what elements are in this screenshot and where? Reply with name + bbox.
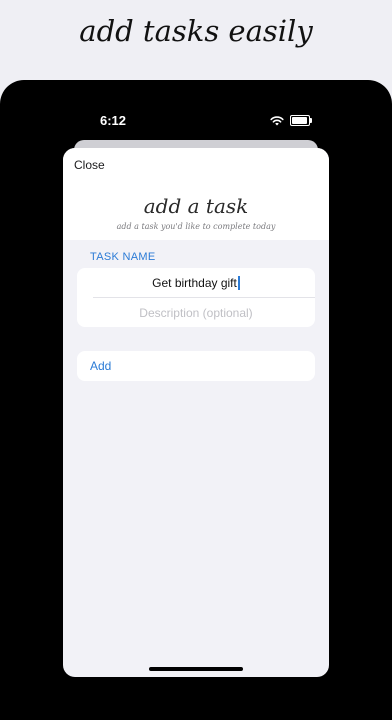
sheet-header: Close add a task add a task you'd like t… bbox=[63, 148, 329, 240]
close-button[interactable]: Close bbox=[74, 158, 105, 172]
add-task-sheet: Close add a task add a task you'd like t… bbox=[63, 148, 329, 677]
task-form-group: Get birthday gift Description (optional) bbox=[77, 268, 315, 327]
description-placeholder: Description (optional) bbox=[139, 305, 253, 320]
add-button[interactable]: Add bbox=[90, 359, 111, 373]
task-name-section-label: TASK NAME bbox=[90, 251, 156, 263]
add-button-row[interactable]: Add bbox=[77, 351, 315, 381]
task-name-value: Get birthday gift bbox=[152, 275, 237, 290]
wifi-icon bbox=[270, 115, 284, 125]
status-time: 6:12 bbox=[100, 113, 127, 128]
text-cursor bbox=[237, 275, 240, 290]
home-indicator[interactable] bbox=[149, 667, 243, 671]
status-icons bbox=[270, 113, 312, 127]
promo-headline: add tasks easily bbox=[79, 14, 313, 48]
sheet-title: add a task bbox=[143, 194, 249, 218]
description-field[interactable]: Description (optional) bbox=[77, 298, 315, 327]
task-name-field[interactable]: Get birthday gift bbox=[77, 268, 315, 297]
battery-icon bbox=[290, 114, 312, 126]
sheet-subtitle: add a task you'd like to complete today bbox=[116, 222, 276, 231]
